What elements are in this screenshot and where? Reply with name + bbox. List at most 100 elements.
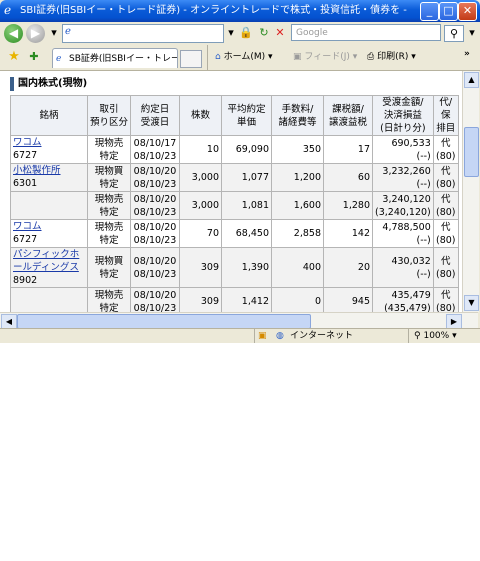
fee-cell: 0 — [271, 287, 324, 312]
printer-icon: ⎙ — [367, 52, 375, 62]
scroll-right-icon[interactable]: ▶ — [446, 314, 462, 329]
trade-type-cell: 現物売 特定 — [87, 287, 131, 313]
stock-cell: ワコム 6727 — [10, 219, 88, 248]
stock-cell — [10, 287, 88, 312]
date-cell: 08/10/20 08/10/23 — [130, 287, 180, 312]
globe-icon: ◍ — [276, 331, 284, 341]
dai-cell: 代 (80) — [432, 135, 459, 164]
feed-icon: ▣ — [293, 52, 302, 62]
stock-name-link[interactable]: ワコム — [13, 136, 85, 149]
settle-date: 08/10/23 — [133, 178, 177, 190]
trade-type: 現物売 — [94, 193, 124, 205]
price-cell: 1,081 — [221, 191, 272, 220]
col-header-name: 銘柄 — [10, 95, 88, 136]
stock-cell: ワコム 6727 — [10, 135, 88, 164]
tax-cell: 1,280 — [323, 191, 373, 220]
price-cell: 69,090 — [221, 135, 272, 164]
scroll-up-icon[interactable]: ▲ — [464, 72, 479, 88]
tab-page-icon: ℯ — [56, 54, 62, 64]
amount-value: 4,788,500 — [382, 221, 431, 233]
settle-date: 08/10/23 — [133, 150, 177, 162]
add-favorites-icon[interactable]: ✚ — [26, 49, 42, 65]
home-label: ホーム(M) — [223, 52, 266, 62]
dai-sub-value: (80) — [436, 268, 456, 280]
dai-sub-value: (80) — [436, 206, 456, 218]
amount-value: 690,533 — [391, 137, 431, 149]
address-field[interactable]: ℯ — [62, 24, 224, 43]
trade-date: 08/10/20 — [133, 193, 177, 205]
search-options-icon[interactable]: ▾ — [464, 25, 480, 41]
amount-cell: 430,032 (--) — [372, 247, 434, 288]
section-title: 国内株式(現物) — [10, 77, 460, 91]
scroll-thumb[interactable] — [464, 127, 479, 177]
tab-sbi[interactable]: ℯ SB証券(旧SBIイー・トレー... — [52, 48, 178, 68]
settle-date: 08/10/23 — [133, 206, 177, 218]
account-type: 特定 — [99, 178, 119, 190]
back-icon[interactable]: ◀ — [4, 24, 23, 43]
dai-cell: 代 (80) — [432, 247, 459, 288]
refresh-icon[interactable]: ↻ — [256, 25, 272, 41]
amount-cell: 435,479 (435,479) — [372, 287, 434, 312]
address-dropdown-icon[interactable]: ▾ — [223, 25, 239, 41]
account-type: 特定 — [99, 302, 119, 313]
stock-cell: パシフィックホールディングス 8902 — [10, 247, 88, 288]
trade-type-cell: 現物売 特定 — [87, 219, 131, 248]
stop-icon[interactable]: ✕ — [272, 25, 288, 41]
stock-code: 6727 — [13, 150, 38, 161]
fee-cell: 2,858 — [271, 219, 324, 248]
settle-date: 08/10/23 — [133, 234, 177, 246]
feed-button[interactable]: ▣ フィード(J) ▾ — [293, 50, 357, 64]
dai-sub-value: (80) — [436, 234, 456, 246]
scroll-left-icon[interactable]: ◀ — [1, 314, 17, 329]
close-button[interactable]: ✕ — [458, 2, 477, 21]
qty-cell: 70 — [179, 219, 222, 248]
home-button[interactable]: ⌂ ホーム(M) ▾ — [215, 50, 273, 64]
date-cell: 08/10/20 08/10/23 — [130, 163, 180, 192]
amount-value: 3,232,260 — [382, 165, 431, 177]
zoom-level[interactable]: ⚲ 100% ▾ — [414, 329, 457, 343]
trade-type-cell: 現物買 特定 — [87, 247, 131, 288]
history-dropdown-icon[interactable]: ▾ — [46, 25, 62, 41]
dai-cell: 代 (80) — [432, 219, 459, 248]
trade-type: 現物売 — [94, 289, 124, 301]
dai-sub-value: (80) — [436, 302, 456, 313]
trade-type-cell: 現物買 特定 — [87, 163, 131, 192]
lock-icon[interactable]: 🔒 — [238, 25, 254, 41]
ie-logo-icon: ℯ — [4, 3, 12, 17]
qty-cell: 309 — [179, 247, 222, 288]
print-button[interactable]: ⎙ 印刷(R) ▾ — [367, 50, 416, 64]
table-row: パシフィックホールディングス 8902 現物買 特定 08/10/20 08/10/23 3… — [10, 247, 459, 288]
stock-name-link[interactable]: 小松製作所 — [13, 164, 85, 177]
price-cell: 68,450 — [221, 219, 272, 248]
date-cell: 08/10/17 08/10/23 — [130, 135, 180, 164]
dai-cell: 代 (80) — [432, 287, 459, 313]
scroll-down-icon[interactable]: ▼ — [464, 295, 479, 311]
minimize-button[interactable]: _ — [420, 2, 439, 21]
stock-code: 6301 — [13, 178, 38, 189]
popup-blocked-icon[interactable]: ▣ — [258, 329, 267, 343]
col-header-fee: 手数料/ 諸経費等 — [271, 95, 324, 136]
stock-name-link[interactable]: ワコム — [13, 220, 85, 233]
vertical-scrollbar[interactable]: ▲ ▼ — [462, 71, 479, 312]
new-tab-button[interactable] — [180, 50, 202, 68]
search-input[interactable]: Google — [291, 24, 441, 41]
page-icon: ℯ — [65, 26, 71, 37]
horizontal-scrollbar[interactable]: ◀ ▶ — [0, 312, 478, 329]
stock-name-link[interactable]: パシフィックホールディングス — [13, 248, 85, 274]
dai-value: 代 — [441, 193, 451, 205]
qty-cell: 3,000 — [179, 163, 222, 192]
forward-icon[interactable]: ▶ — [26, 24, 45, 43]
maximize-button[interactable]: □ — [439, 2, 458, 21]
favorites-star-icon[interactable]: ★ — [6, 49, 22, 65]
toolbar-overflow-icon[interactable]: » — [464, 47, 470, 61]
dai-value: 代 — [441, 289, 451, 301]
table-row: ワコム 6727 現物売 特定 08/10/17 08/10/23 10 69,090 350 1… — [10, 135, 459, 164]
pl-value: (3,240,120) — [375, 206, 431, 218]
pl-value: (--) — [416, 234, 431, 246]
zoom-icon: ⚲ — [414, 331, 421, 341]
search-icon[interactable]: ⚲ — [444, 25, 464, 42]
table-row: 現物売 特定 08/10/20 08/10/23 3,000 1,081 1,600 1,28… — [10, 191, 459, 220]
pl-value: (--) — [416, 178, 431, 190]
hscroll-thumb[interactable] — [17, 314, 311, 329]
dai-value: 代 — [441, 221, 451, 233]
